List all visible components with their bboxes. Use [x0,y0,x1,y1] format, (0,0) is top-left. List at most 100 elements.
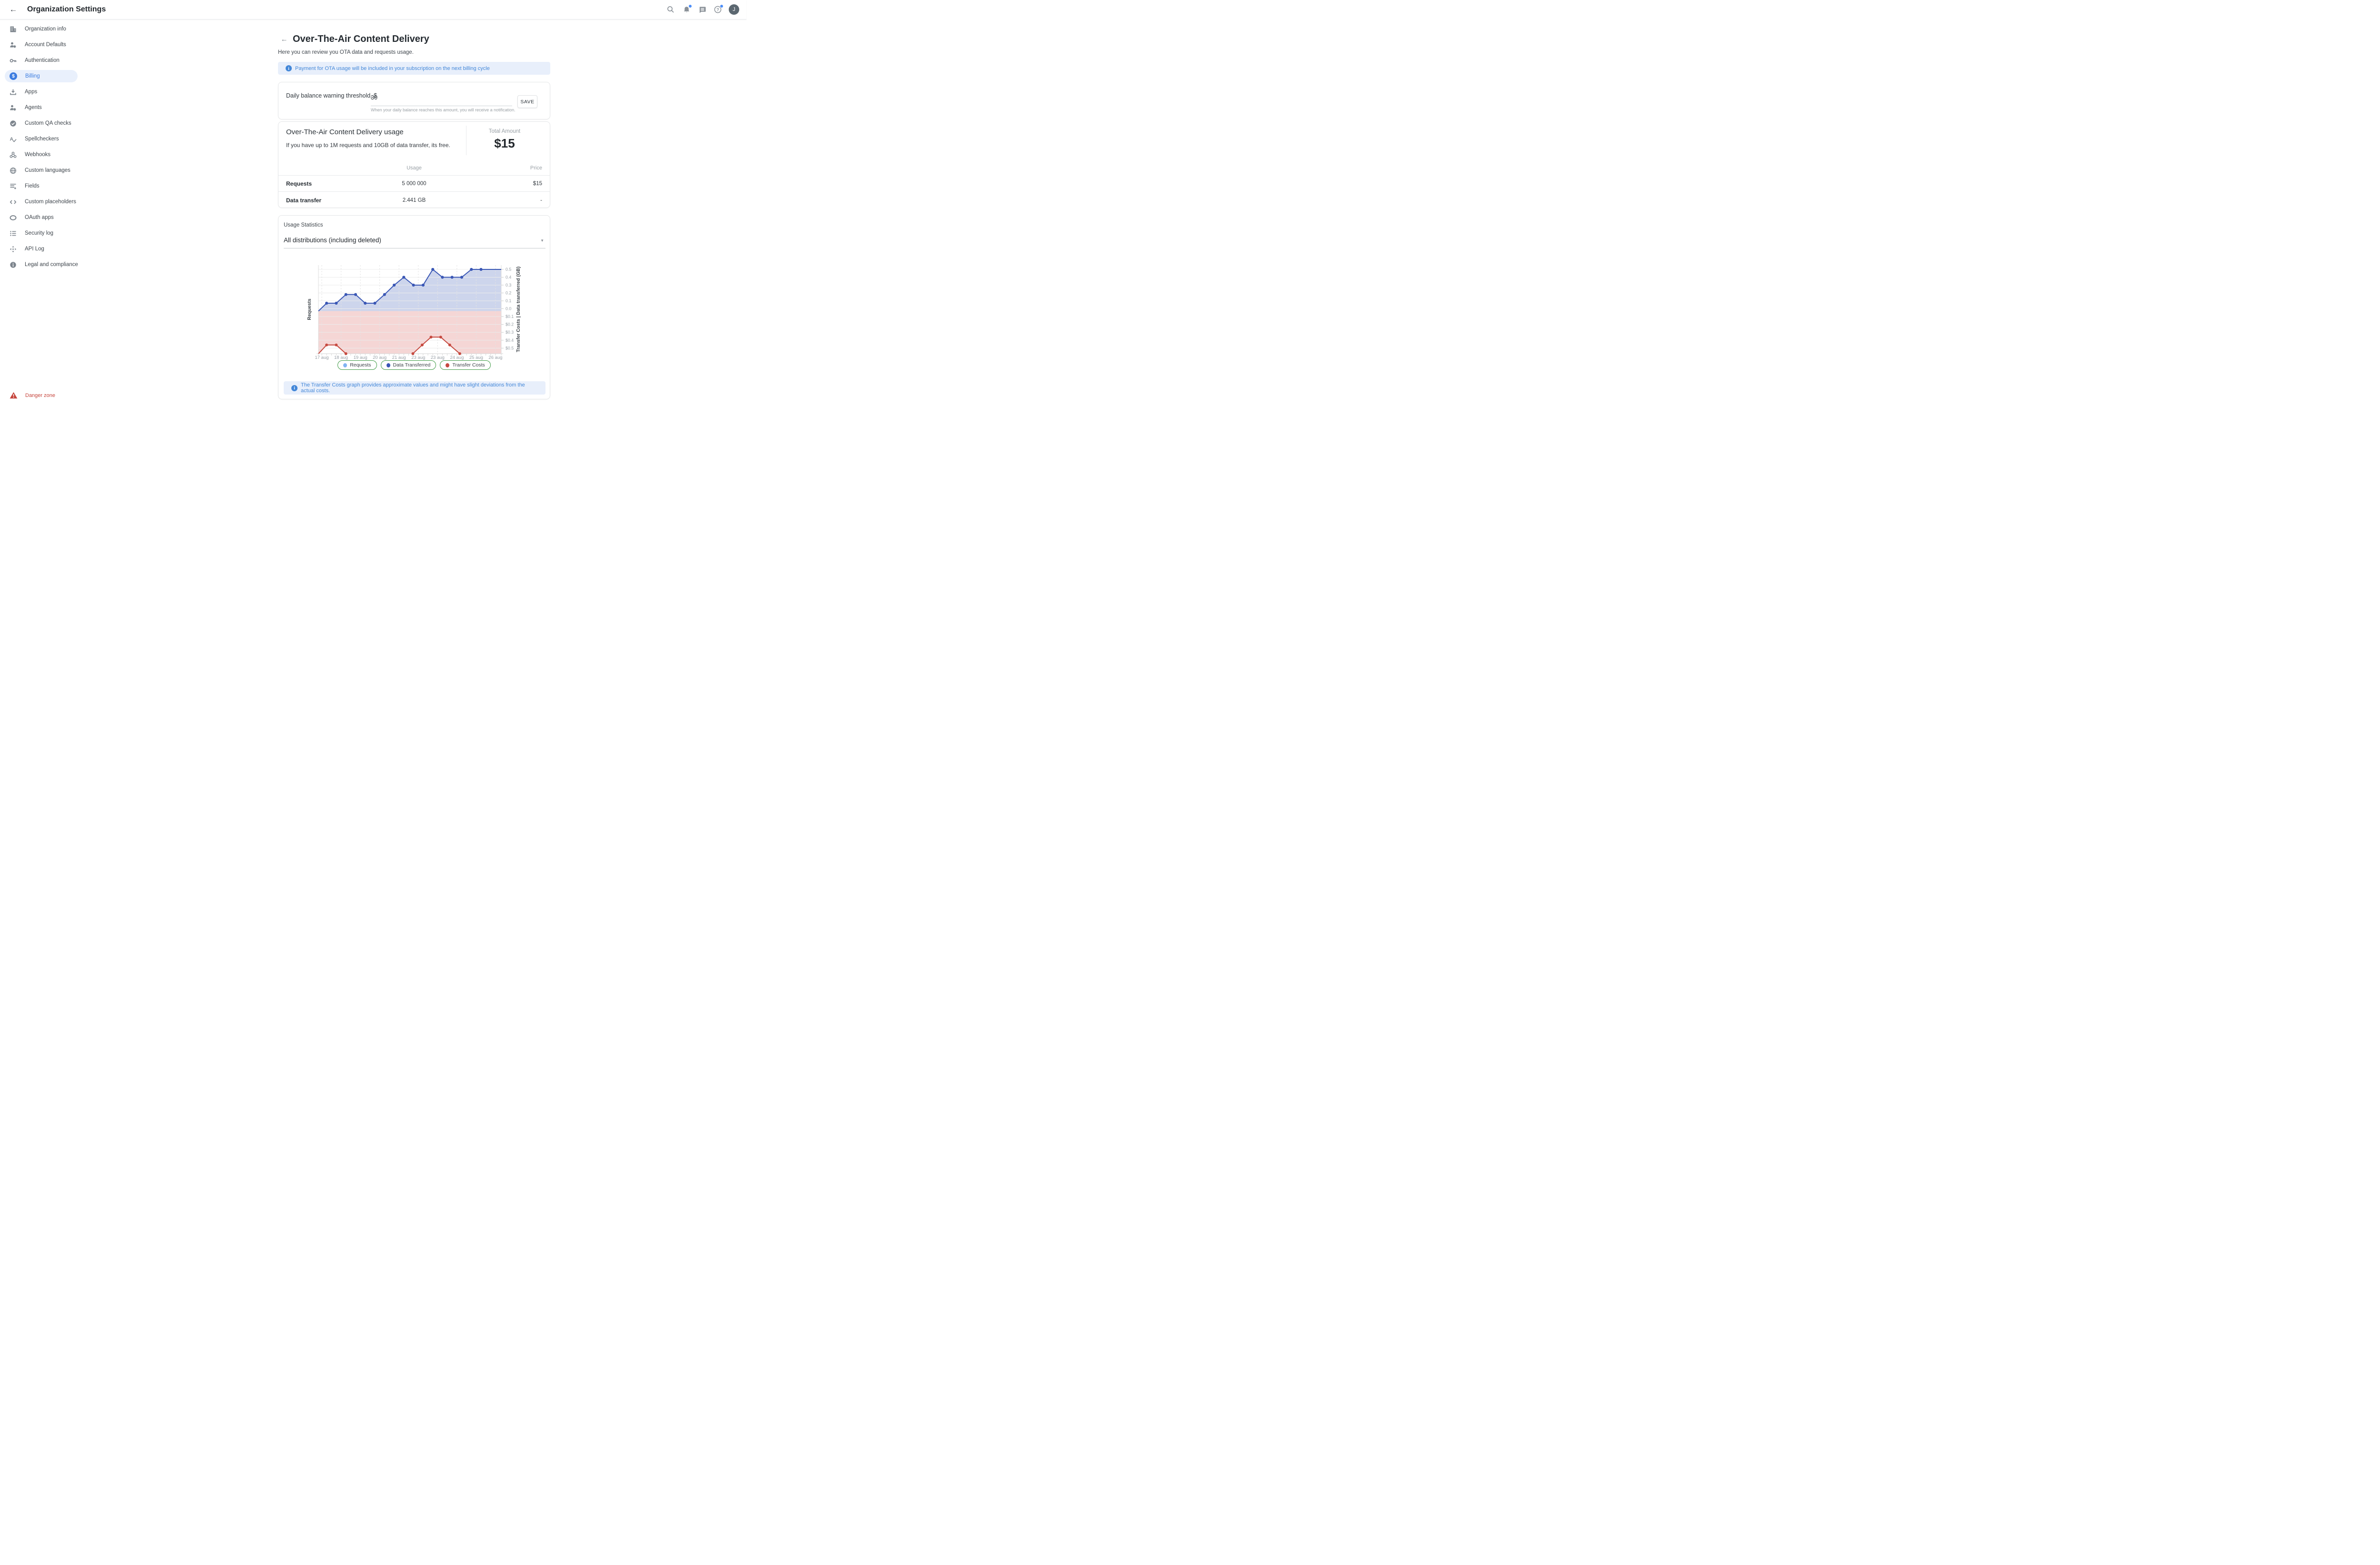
threshold-label: Daily balance warning threshold, $ [286,92,377,99]
column-price: Price [457,165,542,171]
sidebar-item-security-log[interactable]: Security log [5,227,124,239]
page-header: ← Over-The-Air Content Delivery [278,33,429,45]
sidebar-item-label: Fields [25,183,40,189]
svg-text:23 aug: 23 aug [411,355,425,360]
top-bar: ← Organization Settings [0,0,746,20]
threshold-card: Daily balance warning threshold, $ When … [278,82,550,119]
svg-text:$0.4: $0.4 [506,338,514,343]
sidebar-item-spellcheckers[interactable]: A Spellcheckers [5,133,124,145]
legend-label: Requests [350,362,371,368]
svg-text:25 aug: 25 aug [469,355,483,360]
svg-text:19 aug: 19 aug [354,355,367,360]
sidebar-item-authentication[interactable]: Authentication [5,54,124,67]
legend-requests[interactable]: Requests [337,360,377,370]
sidebar-item-label: Webhooks [25,152,50,158]
legend-data-transferred[interactable]: Data Transferred [381,360,436,370]
total-amount-block: Total Amount $15 [466,122,543,151]
svg-text:0.1: 0.1 [506,298,511,303]
sidebar-item-label: Agents [25,105,42,110]
sidebar-item-custom-qa-checks[interactable]: Custom QA checks [5,117,124,129]
banner-text: Payment for OTA usage will be included i… [295,66,490,71]
app-window: ← Organization Settings [0,0,746,406]
usage-card-title: Over-The-Air Content Delivery usage [286,128,404,136]
row-price: - [457,198,542,203]
sidebar-item-label: API Log [25,246,44,252]
svg-text:Requests: Requests [307,298,312,320]
legend-dot-transfer-costs [446,363,449,367]
column-usage: Usage [371,165,456,171]
save-button[interactable]: SAVE [517,95,537,108]
ota-billing-info-banner: i Payment for OTA usage will be included… [278,62,550,75]
distribution-select[interactable]: All distributions (including deleted) ▼ [284,235,545,248]
sidebar-item-label: Legal and compliance [25,262,78,267]
help-badge [720,4,724,8]
legend-label: Transfer Costs [452,362,485,368]
sidebar-item-webhooks[interactable]: Webhooks [5,149,124,161]
search-icon[interactable] [666,5,675,14]
row-price: $15 [457,181,542,187]
sidebar-item-label: Security log [25,230,53,236]
global-back-button[interactable]: ← [7,3,20,16]
threshold-input[interactable] [371,89,512,106]
svg-text:0.2: 0.2 [506,291,511,296]
danger-zone-label: Danger zone [25,393,55,398]
sidebar-item-label: Authentication [25,58,60,63]
usage-card: Over-The-Air Content Delivery usage If y… [278,121,550,208]
person-gear-icon [10,41,17,49]
svg-text:24 aug: 24 aug [450,355,464,360]
chat-icon[interactable] [697,5,707,14]
page-subtitle: Here you can review you OTA data and req… [278,50,414,55]
usage-chart: 17 aug18 aug19 aug20 aug21 aug23 aug23 a… [305,261,524,361]
row-name: Requests [286,180,371,187]
fields-icon [10,183,17,190]
danger-zone-link[interactable]: Danger zone [0,392,55,399]
svg-text:A: A [10,136,14,142]
sidebar-item-apps[interactable]: Apps [5,86,124,98]
legend-dot-requests [343,363,347,367]
sidebar-item-oauth-apps[interactable]: OAuth apps [5,211,124,224]
sidebar-item-organization-info[interactable]: Organization info [5,23,124,35]
svg-text:$0.1: $0.1 [506,314,514,319]
svg-text:21 aug: 21 aug [392,355,406,360]
sidebar-item-custom-languages[interactable]: Custom languages [5,164,124,177]
page-back-button[interactable]: ← [278,33,290,45]
settings-sidebar: Organization info Account Defaults Authe… [0,20,129,406]
sidebar-item-custom-placeholders[interactable]: Custom placeholders [5,196,124,208]
sidebar-item-label: Custom languages [25,168,70,173]
check-circle-icon [10,120,17,127]
sidebar-item-fields[interactable]: Fields [5,180,124,192]
globe-icon [10,167,17,174]
sidebar-item-legal-and-compliance[interactable]: Legal and compliance [5,258,124,271]
usage-table-header: Usage Price [278,161,550,176]
sidebar-item-account-defaults[interactable]: Account Defaults [5,39,124,51]
sidebar-item-label: Custom placeholders [25,199,76,205]
warning-triangle-icon [10,392,18,399]
code-brackets-icon [10,198,17,206]
table-row: Data transfer 2.441 GB - [278,192,550,208]
notifications-bell-icon[interactable] [682,5,691,14]
legend-transfer-costs[interactable]: Transfer Costs [440,360,490,370]
user-avatar[interactable]: J [729,4,739,15]
usage-statistics-card: Usage Statistics All distributions (incl… [278,215,550,399]
info-icon: i [286,65,292,71]
sidebar-item-label: Custom QA checks [25,120,71,126]
svg-text:0.4: 0.4 [506,275,511,280]
svg-text:17 aug: 17 aug [315,355,328,360]
legend-label: Data Transferred [393,362,431,368]
page-title: Over-The-Air Content Delivery [293,34,429,45]
sidebar-item-label: Organization info [25,26,66,32]
help-icon[interactable]: ? [713,5,723,14]
sidebar-item-agents[interactable]: Agents [5,101,124,114]
usage-statistics-title: Usage Statistics [284,222,323,228]
sidebar-item-api-log[interactable]: API Log [5,243,124,255]
sidebar-item-label: OAuth apps [25,215,54,220]
total-amount-value: $15 [466,136,543,151]
total-amount-label: Total Amount [466,129,543,134]
building-icon [10,26,17,33]
chevron-down-icon: ▼ [540,238,544,243]
sidebar-item-billing[interactable]: $ Billing [5,70,78,82]
banner-text: The Transfer Costs graph provides approx… [301,382,538,394]
svg-text:0.3: 0.3 [506,283,511,287]
webhook-icon [10,151,17,158]
chart-legend: Requests Data Transferred Transfer Costs [278,360,550,370]
